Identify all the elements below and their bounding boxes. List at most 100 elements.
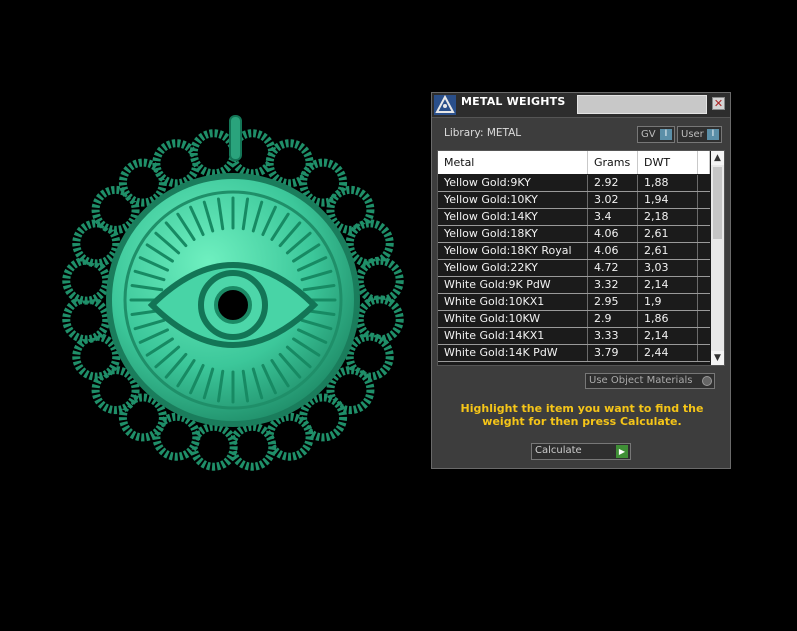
table-row[interactable]: White Gold:9K PdW 3.32 2,14 [438, 277, 710, 294]
cell-grams: 3.32 [588, 277, 638, 293]
cell-dwt: 1,86 [638, 311, 698, 327]
column-header-metal[interactable]: Metal [438, 151, 588, 174]
cell-dwt: 2,18 [638, 209, 698, 225]
user-toggle-label: User [681, 129, 704, 140]
app-logo-icon [434, 94, 456, 115]
cell-extra [698, 277, 710, 293]
cell-extra [698, 192, 710, 208]
cell-grams: 2.9 [588, 311, 638, 327]
column-header-extra [698, 151, 710, 174]
cell-dwt: 2,61 [638, 243, 698, 259]
column-header-grams[interactable]: Grams [588, 151, 638, 174]
metal-table[interactable]: Metal Grams DWT Yellow Gold:9KY 2.92 1,88 Y… [437, 150, 725, 366]
halo-ring [299, 393, 348, 442]
table-scrollbar[interactable]: ▲ ▼ [711, 151, 724, 365]
cell-metal: Yellow Gold:18KY [438, 226, 588, 242]
title-spacer [577, 95, 707, 114]
cell-metal: Yellow Gold:9KY [438, 175, 588, 191]
panel-titlebar[interactable]: METAL WEIGHTS ✕ [432, 93, 730, 118]
use-object-materials-toggle[interactable]: Use Object Materials [585, 373, 715, 389]
cell-dwt: 2,61 [638, 226, 698, 242]
cell-dwt: 3,03 [638, 260, 698, 276]
table-row[interactable]: Yellow Gold:18KY Royal 4.06 2,61 [438, 243, 710, 260]
cell-grams: 3.79 [588, 345, 638, 361]
cell-grams: 2.95 [588, 294, 638, 310]
cell-grams: 2.92 [588, 175, 638, 191]
user-toggle[interactable]: User I [677, 126, 722, 143]
halo-ring [326, 185, 375, 234]
cell-metal: Yellow Gold:10KY [438, 192, 588, 208]
table-row[interactable]: Yellow Gold:10KY 3.02 1,94 [438, 192, 710, 209]
cell-dwt: 1,94 [638, 192, 698, 208]
cell-extra [698, 294, 710, 310]
user-toggle-indicator: I [707, 129, 719, 140]
column-header-dwt[interactable]: DWT [638, 151, 698, 174]
calculate-button[interactable]: Calculate ▶ [531, 443, 631, 460]
cell-dwt: 1,88 [638, 175, 698, 191]
calculate-label: Calculate [535, 445, 582, 456]
cell-extra [698, 175, 710, 191]
3d-viewport[interactable] [0, 0, 430, 631]
cell-grams: 4.72 [588, 260, 638, 276]
cell-grams: 3.4 [588, 209, 638, 225]
table-row[interactable]: Yellow Gold:18KY 4.06 2,61 [438, 226, 710, 243]
scroll-up-icon[interactable]: ▲ [711, 151, 724, 165]
cell-dwt: 1,9 [638, 294, 698, 310]
cell-grams: 3.02 [588, 192, 638, 208]
cell-extra [698, 260, 710, 276]
toggle-knob-icon [702, 376, 712, 386]
scroll-thumb[interactable] [713, 167, 722, 239]
panel-title: METAL WEIGHTS [461, 95, 566, 108]
cell-metal: White Gold:10KX1 [438, 294, 588, 310]
gv-toggle-label: GV [641, 129, 656, 140]
cell-grams: 4.06 [588, 226, 638, 242]
halo-ring [265, 412, 314, 461]
table-row[interactable]: Yellow Gold:14KY 3.4 2,18 [438, 209, 710, 226]
gv-toggle[interactable]: GV I [637, 126, 675, 143]
cell-metal: White Gold:14KX1 [438, 328, 588, 344]
library-label: Library: METAL [444, 127, 522, 139]
play-arrow-icon: ▶ [616, 445, 628, 458]
close-button[interactable]: ✕ [712, 97, 725, 110]
halo-ring [355, 256, 404, 305]
pendant-bail [229, 115, 242, 161]
gv-toggle-indicator: I [660, 129, 672, 140]
table-row[interactable]: White Gold:14K PdW 3.79 2,44 [438, 345, 710, 362]
cell-metal: Yellow Gold:22KY [438, 260, 588, 276]
table-row[interactable]: Yellow Gold:22KY 4.72 3,03 [438, 260, 710, 277]
close-icon: ✕ [713, 97, 724, 110]
halo-ring [228, 422, 277, 471]
cell-extra [698, 328, 710, 344]
cell-extra [698, 345, 710, 361]
cell-metal: Yellow Gold:14KY [438, 209, 588, 225]
cell-metal: White Gold:14K PdW [438, 345, 588, 361]
cell-dwt: 2,44 [638, 345, 698, 361]
use-object-materials-label: Use Object Materials [589, 375, 693, 386]
cell-grams: 4.06 [588, 243, 638, 259]
halo-ring [189, 129, 238, 178]
table-row[interactable]: White Gold:10KX1 2.95 1,9 [438, 294, 710, 311]
cell-metal: White Gold:9K PdW [438, 277, 588, 293]
metal-weights-panel: METAL WEIGHTS ✕ Library: METAL GV I User… [431, 92, 731, 469]
cell-dwt: 2,14 [638, 277, 698, 293]
cell-extra [698, 209, 710, 225]
halo-ring [62, 295, 111, 344]
halo-ring [345, 332, 394, 381]
cell-metal: White Gold:10KW [438, 311, 588, 327]
pendant-pupil [214, 286, 252, 324]
cell-extra [698, 243, 710, 259]
table-row[interactable]: Yellow Gold:9KY 2.92 1,88 [438, 175, 710, 192]
cell-dwt: 2,14 [638, 328, 698, 344]
table-row[interactable]: White Gold:10KW 2.9 1,86 [438, 311, 710, 328]
pendant-model [62, 115, 404, 471]
table-body: Yellow Gold:9KY 2.92 1,88 Yellow Gold:10KY 3… [438, 175, 710, 362]
table-header: Metal Grams DWT [438, 151, 710, 174]
cell-metal: Yellow Gold:18KY Royal [438, 243, 588, 259]
cell-grams: 3.33 [588, 328, 638, 344]
halo-ring [72, 332, 121, 381]
cell-extra [698, 311, 710, 327]
instruction-text: Highlight the item you want to find the … [460, 402, 704, 428]
scroll-down-icon[interactable]: ▼ [711, 351, 724, 365]
cell-extra [698, 226, 710, 242]
table-row[interactable]: White Gold:14KX1 3.33 2,14 [438, 328, 710, 345]
